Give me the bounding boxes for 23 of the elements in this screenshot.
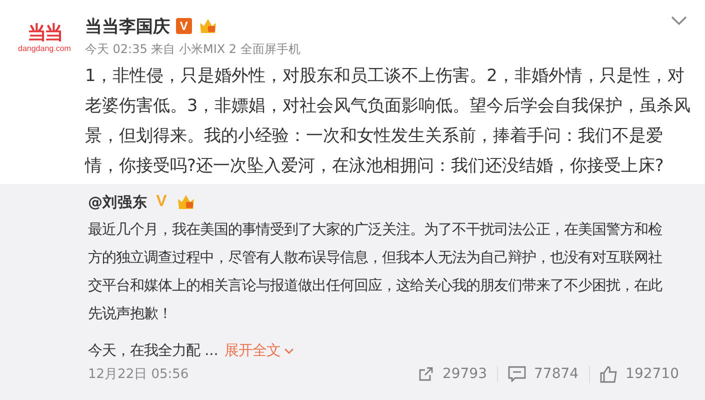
like-button[interactable]: 192710	[588, 366, 689, 382]
comment-icon	[508, 366, 526, 382]
logo-site-text: dangdang.com	[18, 44, 71, 54]
thumbs-up-icon	[600, 366, 618, 382]
post-text: 1，非性侵，只是婚外性，对股东和员工谈不上伤害。2，非婚外情，只是性，对老婆伤害低。3，非嫖娼，对社会风气负面影响低。望今后学会自我保护，虽杀风景，但划得来。我的小经验：一次和女性发生关系前，捧着手问：我们不是爱情，你接受吗?还一次坠入爱河，在泳池相拥问：我们还没结婚，你接受上床?	[84, 64, 692, 177]
expand-link[interactable]: 展开全文	[224, 337, 294, 365]
repost-text: 最近几个月，我在美国的事情受到了大家的广泛关注。为了不干扰司法公正，在美国警方和检方的独立调查过程中，尽管有人散布误导信息，但我本人无法为自己辩护，也没有对互联网社交平台和媒体上的相关言论与报道做出任何回应，这给关心我的朋友们带来了不少困扰，在此先说声抱歉！	[88, 220, 664, 324]
chevron-down-icon	[284, 348, 294, 354]
avatar[interactable]: 当当 dangdang.com	[18, 10, 71, 66]
post-date: 12月22日 05:56	[88, 366, 189, 383]
logo-text: 当当	[27, 22, 62, 44]
verified-badge: V	[176, 18, 192, 34]
author-name[interactable]: 当当李国庆	[84, 14, 170, 38]
post-meta: 今天 02:35 来自 小米MIX 2 全面屏手机	[84, 41, 302, 58]
share-button[interactable]: 29793	[408, 366, 497, 382]
comment-button[interactable]: 77874	[497, 366, 589, 382]
crown-icon	[198, 17, 218, 35]
repost-author[interactable]: @刘强东	[88, 192, 148, 212]
repost-text: 今天，在我全力配 ...	[88, 343, 218, 359]
verified-mark: V	[155, 194, 168, 210]
crown-icon	[176, 193, 196, 211]
share-icon	[418, 366, 434, 382]
chevron-down-icon[interactable]	[671, 16, 687, 26]
